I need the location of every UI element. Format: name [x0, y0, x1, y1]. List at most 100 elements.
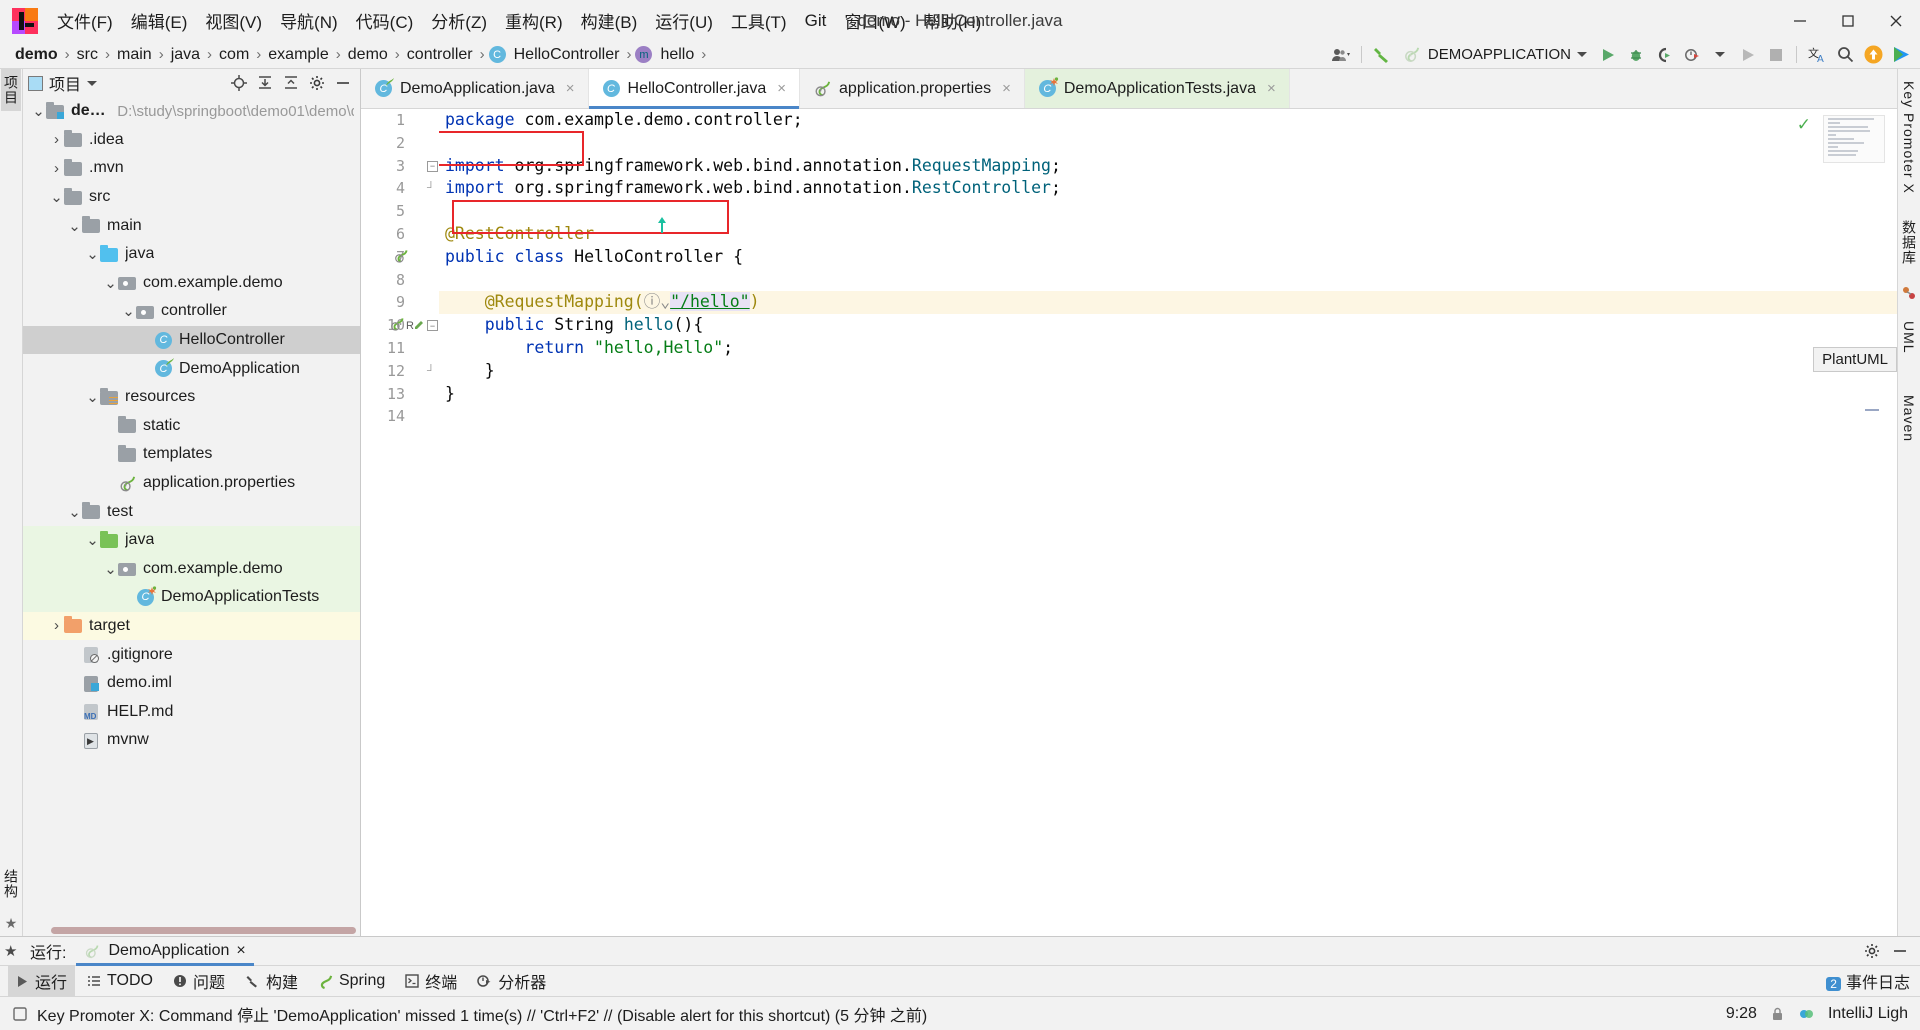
gutter-line-4[interactable]: 4 ┘	[361, 177, 439, 200]
tree-node-java[interactable]: ⌄ java	[23, 525, 360, 555]
breadcrumb-demo[interactable]: demo	[12, 45, 61, 65]
ide-feature-icon[interactable]	[1798, 1006, 1815, 1022]
tree-expand-arrow[interactable]: ⌄	[85, 388, 100, 406]
status-message-area[interactable]: Key Promoter X: Command 停止 'DemoApplicat…	[12, 1002, 927, 1026]
tree-node--idea[interactable]: › .idea	[23, 126, 360, 155]
right-strip-uml[interactable]: UML	[1901, 315, 1917, 360]
breadcrumb-controller[interactable]: controller	[404, 45, 476, 65]
user-settings-icon[interactable]	[1328, 43, 1354, 67]
tree-expand-arrow[interactable]: ⌄	[67, 503, 82, 521]
event-log-button[interactable]: 2 事件日志	[1826, 969, 1910, 993]
left-strip-structure[interactable]: 结构	[1, 863, 21, 905]
code-line-4[interactable]: import org.springframework.web.bind.anno…	[439, 177, 1897, 200]
editor-minimap[interactable]	[1823, 115, 1885, 163]
tool-button-terminal[interactable]: 终端	[397, 966, 465, 996]
code-line-8[interactable]	[439, 269, 1897, 292]
tree-node-java[interactable]: ⌄ java	[23, 240, 360, 269]
close-icon[interactable]: ×	[1002, 80, 1011, 97]
tree-node--mvn[interactable]: › .mvn	[23, 154, 360, 183]
run-icon[interactable]	[1595, 43, 1621, 67]
profile-dropdown-icon[interactable]	[1707, 43, 1733, 67]
code-line-12[interactable]: }	[439, 360, 1897, 383]
menu-run[interactable]: 运行(U)	[646, 4, 722, 37]
menu-navigate[interactable]: 导航(N)	[271, 4, 347, 37]
settings-gear-icon[interactable]	[1860, 940, 1884, 962]
run-configuration-selector[interactable]: DEMOAPPLICATION	[1397, 43, 1593, 67]
build-hammer-icon[interactable]	[1369, 43, 1395, 67]
ide-promo-icon[interactable]	[1888, 43, 1914, 67]
tree-expand-arrow[interactable]: ⌄	[67, 217, 82, 235]
code-fold-end[interactable]: ┘	[427, 360, 435, 383]
gutter-line-3[interactable]: 3−	[361, 155, 439, 178]
tree-expand-arrow[interactable]: ⌄	[103, 274, 118, 292]
tool-button-spring[interactable]: Spring	[310, 969, 393, 993]
left-strip-project[interactable]: 项目	[1, 69, 21, 111]
right-strip-database[interactable]: 数据库	[1899, 214, 1919, 271]
maximize-button[interactable]	[1824, 0, 1872, 41]
tree-node-resources[interactable]: ⌄ resources	[23, 383, 360, 412]
override-edit-icon[interactable]: R	[406, 315, 425, 338]
menu-git[interactable]: Git	[796, 7, 836, 35]
tree-expand-arrow[interactable]: ⌄	[85, 531, 100, 549]
gutter-line-14[interactable]: 14	[361, 405, 439, 428]
gutter-line-13[interactable]: 13	[361, 383, 439, 406]
code-fold-end[interactable]: ┘	[427, 177, 435, 200]
project-title-dropdown[interactable]: 项目	[28, 71, 98, 95]
tree-node-static[interactable]: static	[23, 412, 360, 441]
tree-node-demoapplication[interactable]: C DemoApplication	[23, 354, 360, 383]
project-tree[interactable]: ⌄ demo D:\study\springboot\demo01\demo\dem…	[23, 97, 360, 925]
gutter-line-10[interactable]: 10 R −	[361, 314, 439, 337]
close-icon[interactable]: ×	[566, 80, 575, 97]
tree-node-target[interactable]: › target	[23, 611, 360, 641]
tree-node-main[interactable]: ⌄ main	[23, 211, 360, 240]
expand-all-icon[interactable]	[253, 72, 277, 94]
close-icon[interactable]: ×	[777, 80, 786, 97]
editor-tab-demoapplication-java[interactable]: C DemoApplication.java ×	[361, 69, 589, 108]
close-icon[interactable]: ×	[1267, 80, 1276, 97]
tree-expand-arrow[interactable]: ⌄	[121, 302, 136, 320]
code-line-13[interactable]: }	[439, 383, 1897, 406]
menu-analyze[interactable]: 分析(Z)	[422, 4, 496, 37]
close-button[interactable]	[1872, 0, 1920, 41]
menu-window[interactable]: 窗口(W)	[835, 4, 914, 37]
code-fold-toggle[interactable]: −	[427, 160, 438, 172]
code-line-7[interactable]: public class HelloController {	[439, 246, 1897, 269]
tree-expand-arrow[interactable]: ⌄	[31, 102, 46, 120]
menu-help[interactable]: 帮助(H)	[915, 4, 991, 37]
menu-code[interactable]: 代码(C)	[347, 4, 423, 37]
tool-button-build[interactable]: 构建	[237, 966, 306, 996]
code-line-3[interactable]: import org.springframework.web.bind.anno…	[439, 155, 1897, 178]
right-strip-maven[interactable]: Maven	[1901, 389, 1917, 448]
tool-button-problems[interactable]: 问题	[165, 966, 233, 996]
editor-tab-application-properties[interactable]: application.properties ×	[800, 69, 1025, 108]
inspection-status-icon[interactable]: ✓	[1797, 115, 1811, 135]
breadcrumb-main[interactable]: main	[114, 45, 155, 65]
tree-expand-arrow[interactable]: ⌄	[85, 245, 100, 263]
tree-node-com-example-demo[interactable]: ⌄ com.example.demo	[23, 269, 360, 298]
run-coverage-icon[interactable]	[1651, 43, 1677, 67]
tree-node-mvnw[interactable]: ▶ mvnw	[23, 726, 360, 755]
tool-button-todo[interactable]: TODO	[79, 969, 161, 993]
tree-expand-arrow[interactable]: ⌄	[103, 560, 118, 578]
breadcrumb-example[interactable]: example	[265, 45, 331, 65]
right-strip-key-promoter[interactable]: Key Promoter X	[1901, 75, 1917, 200]
project-tree-hscrollbar[interactable]	[23, 925, 360, 936]
tree-node-templates[interactable]: templates	[23, 440, 360, 469]
translate-icon[interactable]: 文 A	[1804, 43, 1830, 67]
menu-view[interactable]: 视图(V)	[196, 4, 271, 37]
tree-expand-arrow[interactable]: ›	[49, 617, 64, 634]
breadcrumb-hellocontroller[interactable]: HelloController	[511, 45, 623, 65]
breadcrumb-java[interactable]: java	[168, 45, 203, 65]
bookmarks-star-icon-bottom[interactable]: ★	[4, 942, 17, 960]
code-line-10[interactable]: public String hello(){	[439, 314, 1897, 337]
gutter-line-5[interactable]: 5	[361, 200, 439, 223]
gutter-line-12[interactable]: 12 ┘	[361, 360, 439, 383]
code-line-11[interactable]: return "hello,Hello";	[439, 337, 1897, 360]
editor-tab-demoapplicationtests-java[interactable]: C DemoApplicationTests.java ×	[1024, 69, 1290, 108]
breadcrumb-hello-method[interactable]: hello	[657, 45, 697, 65]
tree-node-application-properties[interactable]: application.properties	[23, 469, 360, 498]
minimize-button[interactable]	[1776, 0, 1824, 41]
search-everywhere-icon[interactable]	[1832, 43, 1858, 67]
code-editor[interactable]: 1 2 3−4 ┘ 5 6 7 8 9 10 R −11 12 ┘ 13 14 package com.exa…	[361, 109, 1897, 936]
gutter-line-8[interactable]: 8	[361, 269, 439, 292]
